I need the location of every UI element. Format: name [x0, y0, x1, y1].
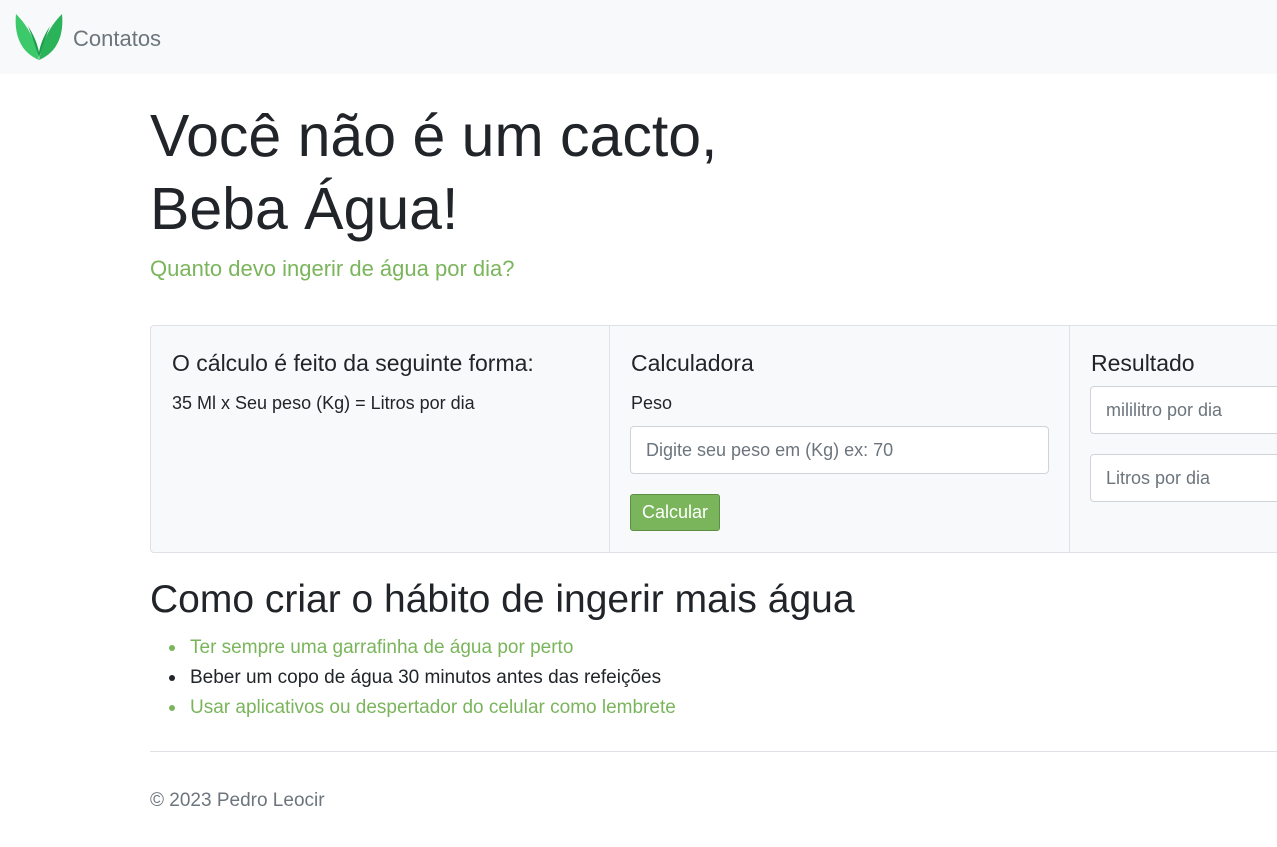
- list-item-text: Usar aplicativos ou despertador do celul…: [190, 697, 676, 718]
- calculation-info-title: O cálculo é feito da seguinte forma:: [172, 350, 534, 376]
- bullet-icon: [169, 675, 175, 681]
- calculation-info-panel: O cálculo é feito da seguinte forma: 35 …: [151, 326, 610, 552]
- page-title: Você não é um cacto, Beba Água!: [150, 100, 1050, 246]
- habits-list: Ter sempre uma garrafinha de água por pe…: [150, 633, 676, 723]
- milliliters-output-field[interactable]: [1090, 386, 1277, 434]
- calculator-title: Calculadora: [631, 350, 754, 376]
- calculator-card: O cálculo é feito da seguinte forma: 35 …: [150, 325, 1277, 553]
- liters-output-field[interactable]: [1090, 454, 1277, 502]
- calculate-button[interactable]: Calcular: [630, 494, 720, 531]
- page-title-line-1: Você não é um cacto,: [150, 103, 718, 169]
- page-title-line-2: Beba Água!: [150, 176, 459, 242]
- result-panel: Resultado: [1070, 326, 1277, 552]
- page-subtitle: Quanto devo ingerir de água por dia?: [150, 256, 515, 281]
- list-item-text: Beber um copo de água 30 minutos antes d…: [190, 667, 662, 688]
- calculation-formula: 35 Ml x Seu peso (Kg) = Litros por dia: [172, 393, 475, 413]
- footer-divider: [150, 751, 1277, 752]
- calculator-panel: Calculadora Peso Calcular: [610, 326, 1070, 552]
- list-item-text: Ter sempre uma garrafinha de água por pe…: [190, 637, 574, 658]
- result-title: Resultado: [1091, 350, 1195, 376]
- list-item: Usar aplicativos ou despertador do celul…: [169, 693, 676, 723]
- weight-label: Peso: [631, 393, 673, 413]
- bullet-icon: [169, 705, 175, 711]
- bullet-icon: [169, 645, 175, 651]
- leaf-logo-icon[interactable]: [14, 12, 64, 62]
- list-item: Ter sempre uma garrafinha de água por pe…: [169, 633, 676, 663]
- list-item: Beber um copo de água 30 minutos antes d…: [169, 663, 676, 693]
- footer-copyright: © 2023 Pedro Leocir: [150, 790, 325, 811]
- nav-link-contatos[interactable]: Contatos: [73, 25, 161, 53]
- weight-input[interactable]: [630, 426, 1049, 474]
- habits-section-title: Como criar o hábito de ingerir mais água: [150, 578, 855, 621]
- navbar: Contatos: [0, 0, 1277, 74]
